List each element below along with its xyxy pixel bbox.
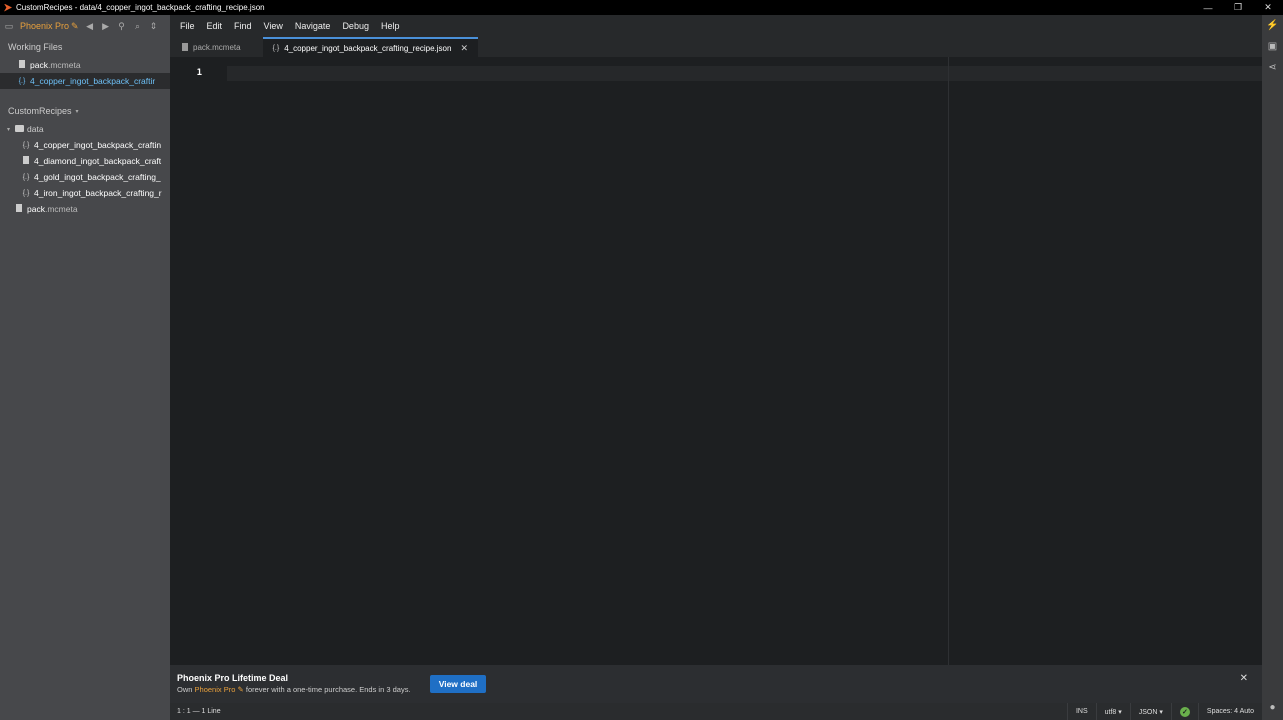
tree-file-pack-mcmeta[interactable]: pack .mcmeta [0,201,170,217]
chevron-down-icon: ▾ [75,108,79,115]
menu-find[interactable]: Find [228,15,258,37]
document-icon [17,60,27,70]
tree-file-iron[interactable]: {.} 4_iron_ingot_backpack_crafting_r [0,185,170,201]
tab-bar: pack.mcmeta {.} 4_copper_ingot_backpack_… [170,37,1262,57]
promo-notification: Phoenix Pro Lifetime Deal Own Phoenix Pr… [170,665,1262,703]
file-name: 4_iron_ingot_backpack_crafting_r [34,188,162,198]
json-icon: {.} [22,141,30,149]
tab-pack-mcmeta[interactable]: pack.mcmeta [170,37,263,57]
language-select[interactable]: JSON ▾ [1129,703,1171,720]
brand-label: Phoenix Pro [20,21,70,31]
extension-manager-icon[interactable]: ▣ [1262,36,1283,57]
check-icon: ✓ [1179,706,1190,717]
tab-label: 4_copper_ingot_backpack_crafting_recipe.… [284,43,452,53]
file-name: 4_copper_ingot_backpack_craftir [30,76,156,86]
sidebar: ▭ Phoenix Pro ✎ ◀ ▶ ⚲ ⌕ ⇕ Working Files … [0,15,170,720]
document-icon [21,156,31,166]
maximize-button[interactable]: ❐ [1223,0,1253,15]
notification-body-suffix: forever with a one-time purchase. Ends i… [245,685,411,694]
live-preview-icon[interactable]: ⚡ [1262,15,1283,36]
file-ext: .mcmeta [44,204,78,214]
tab-copper-recipe[interactable]: {.} 4_copper_ingot_backpack_crafting_rec… [262,37,478,57]
encoding-select[interactable]: utf8 ▾ [1095,703,1130,720]
menu-navigate[interactable]: Navigate [289,15,337,37]
cursor-position: 1 : 1 — 1 Line [177,708,221,715]
current-line-highlight [227,66,1262,81]
file-name: 4_diamond_ingot_backpack_craft [34,156,162,166]
notification-body: Own Phoenix Pro ✎ forever with a one-tim… [177,685,411,694]
sort-icon[interactable]: ⇕ [149,21,159,32]
notification-pencil-icon: ✎ [237,685,244,694]
title-bar: CustomRecipes - data/4_copper_ingot_back… [0,0,1283,15]
status-bar: 1 : 1 — 1 Line INS utf8 ▾ JSON ▾ ✓ Space… [170,703,1262,720]
window-title: CustomRecipes - data/4_copper_ingot_back… [16,3,265,12]
file-name: pack [30,60,48,70]
json-icon: {.} [22,189,30,197]
tree-folder-data[interactable]: ▾ data [0,121,170,137]
json-icon: {.} [22,173,30,181]
back-icon[interactable]: ◀ [85,21,95,32]
binoculars-icon[interactable]: ⚲ [117,21,127,32]
notification-title: Phoenix Pro Lifetime Deal [177,673,289,683]
sidebar-toolbar: ▭ Phoenix Pro ✎ ◀ ▶ ⚲ ⌕ ⇕ [0,15,170,37]
right-toolbar: ⚡ ▣ ⋖ ● [1262,15,1283,720]
file-name: pack [27,204,45,214]
folder-open-icon[interactable]: ▭ [4,21,14,32]
notification-brand: Phoenix Pro [194,685,236,694]
indent-setting[interactable]: Spaces: 4 Auto [1197,703,1262,720]
close-tab-icon[interactable]: ✕ [460,43,468,54]
menu-debug[interactable]: Debug [336,15,375,37]
share-icon[interactable]: ⋖ [1262,57,1283,78]
close-window-button[interactable]: ✕ [1253,0,1283,15]
folder-icon [14,124,24,134]
phoenix-pro-brand[interactable]: Phoenix Pro ✎ [20,21,79,32]
column-ruler [948,57,949,665]
phoenix-logo-icon [4,3,12,12]
app-window: CustomRecipes - data/4_copper_ingot_back… [0,0,1283,720]
notification-body-prefix: Own [177,685,193,694]
project-title[interactable]: CustomRecipes ▾ [0,101,170,121]
line-number: 1 [196,68,202,78]
pencil-icon: ✎ [71,20,79,31]
working-files-title: Working Files [8,42,63,52]
search-icon[interactable]: ⌕ [133,21,143,32]
menu-help[interactable]: Help [375,15,406,37]
view-deal-button[interactable]: View deal [430,675,486,693]
folder-name: data [27,124,44,134]
minimize-button[interactable]: — [1193,0,1223,15]
menu-view[interactable]: View [258,15,289,37]
chevron-down-icon: ▾ [7,126,11,133]
tree-file-gold[interactable]: {.} 4_gold_ingot_backpack_crafting_ [0,169,170,185]
menu-bar: File Edit Find View Navigate Debug Help [170,15,1262,37]
file-name: 4_gold_ingot_backpack_crafting_ [34,172,161,182]
code-editor[interactable]: 1 [170,57,1262,665]
working-file-pack-mcmeta[interactable]: pack .mcmeta [0,57,170,73]
insert-mode-toggle[interactable]: INS [1066,703,1096,720]
menu-file[interactable]: File [174,15,201,37]
file-name: 4_copper_ingot_backpack_craftin [34,140,162,150]
menu-edit[interactable]: Edit [201,15,229,37]
document-icon [182,43,188,51]
working-file-copper-recipe[interactable]: {.} 4_copper_ingot_backpack_craftir [0,73,170,89]
forward-icon[interactable]: ▶ [101,21,111,32]
file-ext: .mcmeta [47,60,81,70]
document-icon [14,204,24,214]
project-name: CustomRecipes [8,106,72,116]
close-notification-icon[interactable]: ✕ [1240,673,1248,684]
lint-status[interactable]: ✓ [1170,703,1198,720]
json-icon: {.} [272,44,280,52]
json-icon: {.} [18,77,26,85]
tab-label: pack.mcmeta [193,42,241,52]
tree-file-copper[interactable]: {.} 4_copper_ingot_backpack_craftin [0,137,170,153]
account-icon[interactable]: ● [1262,697,1283,718]
tree-file-diamond[interactable]: 4_diamond_ingot_backpack_craft [0,153,170,169]
